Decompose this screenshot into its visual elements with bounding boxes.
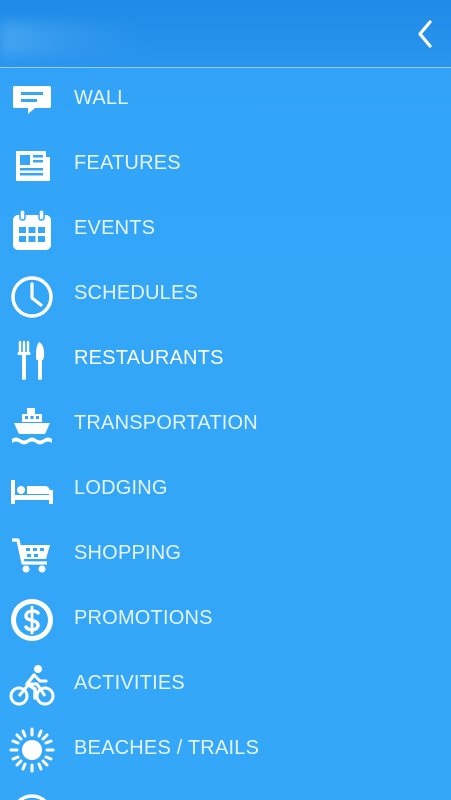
menu-item-shopping[interactable]: SHOPPING	[0, 523, 451, 588]
back-button[interactable]	[411, 16, 439, 52]
menu-item-wall[interactable]: WALL	[0, 68, 451, 133]
menu-item-promotions[interactable]: PROMOTIONS	[0, 588, 451, 653]
menu-item-restaurants[interactable]: RESTAURANTS	[0, 328, 451, 393]
menu-item-events[interactable]: EVENTS	[0, 198, 451, 263]
circle-icon	[8, 791, 56, 800]
menu-item-label: SCHEDULES	[74, 282, 199, 304]
shopping-cart-icon	[8, 531, 56, 579]
menu-item-label: LODGING	[74, 477, 168, 499]
menu-item-label: PROMOTIONS	[74, 607, 213, 629]
bed-icon	[8, 466, 56, 514]
menu-item-label: EVENTS	[74, 217, 156, 239]
chat-bubble-icon	[8, 76, 56, 124]
header-bar	[0, 0, 451, 68]
side-menu-screen: WALL FEATURES EVENTS SCHEDULES RESTAURAN…	[0, 0, 451, 800]
menu-item-partial[interactable]	[0, 783, 451, 800]
header-title-blurred	[0, 22, 145, 56]
menu-item-schedules[interactable]: SCHEDULES	[0, 263, 451, 328]
menu-item-features[interactable]: FEATURES	[0, 133, 451, 198]
ship-icon	[8, 401, 56, 449]
newspaper-icon	[8, 141, 56, 189]
menu-item-lodging[interactable]: LODGING	[0, 458, 451, 523]
menu-item-label: BEACHES / TRAILS	[74, 737, 260, 759]
dollar-circle-icon	[8, 596, 56, 644]
menu-item-label: ACTIVITIES	[74, 672, 185, 694]
chevron-left-icon	[416, 19, 434, 49]
fork-knife-icon	[8, 336, 56, 384]
sun-icon	[8, 726, 56, 774]
navigation-menu: WALL FEATURES EVENTS SCHEDULES RESTAURAN…	[0, 68, 451, 800]
menu-item-transportation[interactable]: TRANSPORTATION	[0, 393, 451, 458]
menu-item-label: RESTAURANTS	[74, 347, 224, 369]
calendar-icon	[8, 206, 56, 254]
menu-item-label: WALL	[74, 87, 129, 109]
cyclist-icon	[8, 661, 56, 709]
menu-item-label: FEATURES	[74, 152, 181, 174]
menu-item-label: TRANSPORTATION	[74, 412, 258, 434]
menu-item-beaches-trails[interactable]: BEACHES / TRAILS	[0, 718, 451, 783]
menu-item-label: SHOPPING	[74, 542, 182, 564]
menu-item-activities[interactable]: ACTIVITIES	[0, 653, 451, 718]
clock-icon	[8, 271, 56, 319]
